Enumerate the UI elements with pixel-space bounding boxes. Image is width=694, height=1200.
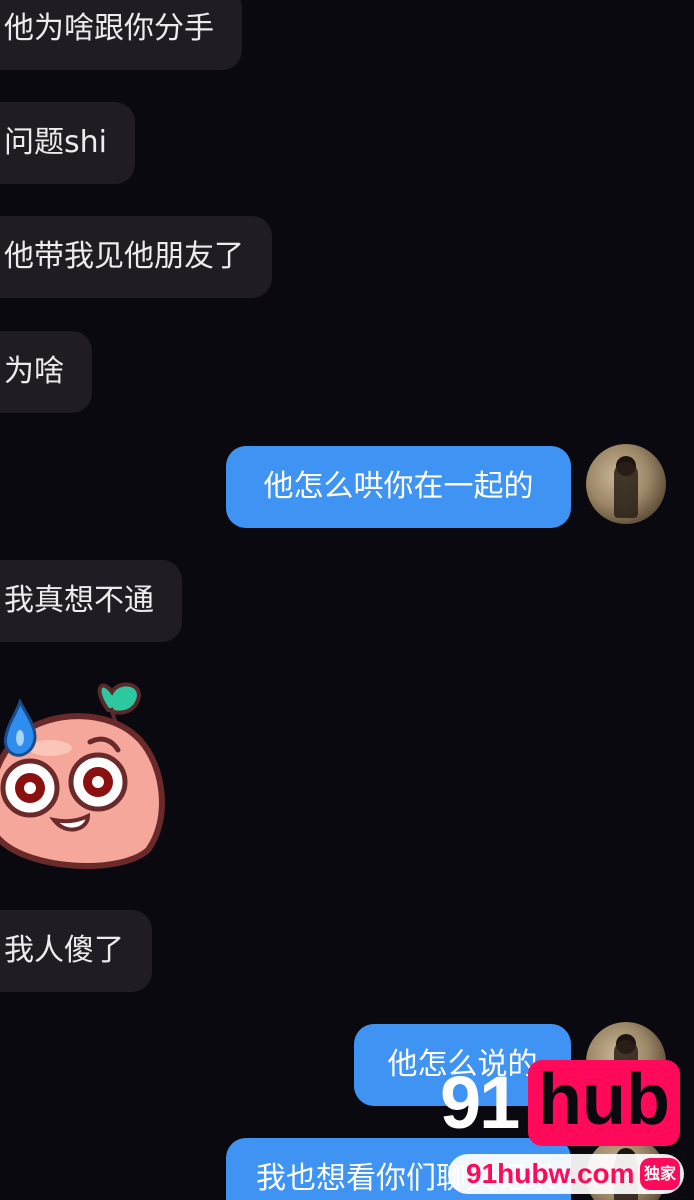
incoming-message[interactable]: 他带我见他朋友了 — [0, 216, 272, 298]
incoming-message[interactable]: 问题shi — [0, 102, 135, 184]
message-text: 他带我见他朋友了 — [4, 239, 244, 274]
watermark-number: 91 — [440, 1061, 520, 1144]
message-text: 为啥 — [4, 354, 64, 389]
message-text: 我人傻了 — [4, 933, 124, 968]
message-text: 他怎么哄你在一起的 — [263, 469, 534, 504]
incoming-message[interactable]: 我真想不通 — [0, 560, 182, 642]
watermark-url: 91hubw.com — [466, 1158, 635, 1189]
incoming-message[interactable]: 他为啥跟你分手 — [0, 0, 242, 70]
sweating-blob-sticker[interactable] — [0, 670, 170, 884]
watermark-url-bar: 91hubw.com 独家 — [448, 1154, 684, 1194]
message-text: 我真想不通 — [4, 583, 154, 618]
outgoing-message[interactable]: 他怎么哄你在一起的 — [226, 446, 571, 528]
sweating-blob-emoji-icon — [0, 682, 165, 870]
watermark-word: hub — [538, 1060, 670, 1140]
avatar-figure — [614, 462, 638, 518]
message-text: 问题shi — [4, 125, 107, 160]
site-watermark: 91 hub 91hubw.com 独家 — [440, 1058, 694, 1200]
chat-screen: 他为啥跟你分手 问题shi 他带我见他朋友了 为啥 他怎么哄你在一起的 我真想不… — [0, 0, 694, 1200]
incoming-message[interactable]: 为啥 — [0, 331, 92, 413]
incoming-message[interactable]: 我人傻了 — [0, 910, 152, 992]
message-text: 他为啥跟你分手 — [4, 11, 214, 46]
user-avatar[interactable] — [586, 444, 666, 524]
watermark-badge: 独家 — [640, 1158, 680, 1190]
watermark-logo-box: hub — [528, 1060, 680, 1146]
